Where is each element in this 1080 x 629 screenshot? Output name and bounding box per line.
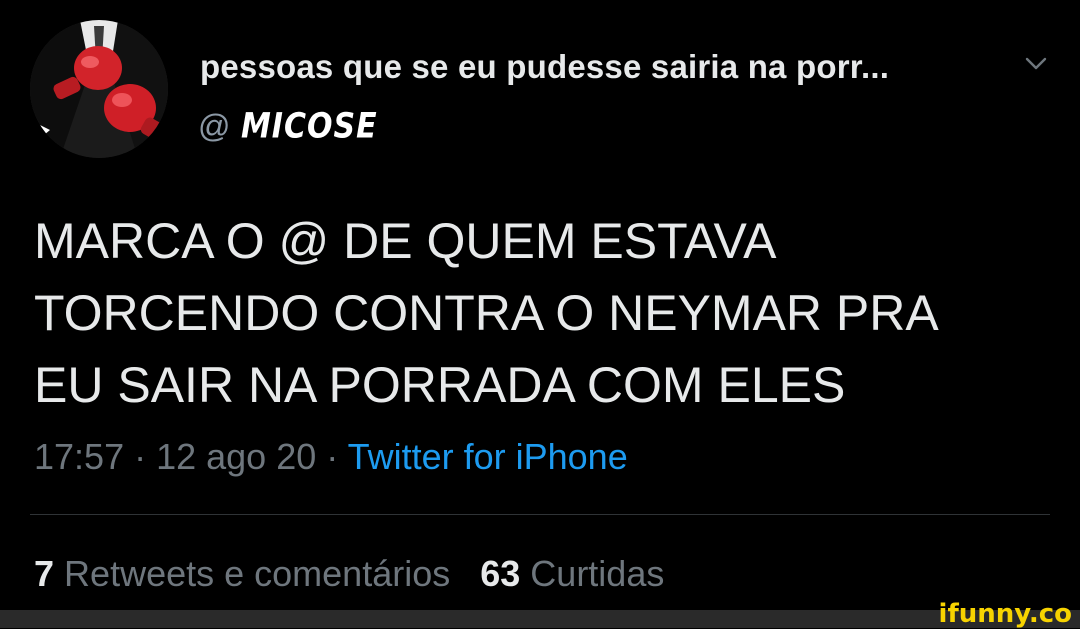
retweets-stat[interactable]: 7 Retweets e comentários: [34, 553, 450, 594]
tweet-meta: 17:57 · 12 ago 20 · Twitter for iPhone: [34, 436, 628, 478]
divider: [30, 514, 1050, 515]
tweet-text: MARCA O @ DE QUEM ESTAVA TORCENDO CONTRA…: [34, 213, 939, 413]
meta-separator: ·: [124, 436, 157, 477]
handle[interactable]: @ MICOSE: [198, 106, 378, 148]
likes-label: Curtidas: [530, 553, 665, 594]
boxing-gloves-icon: [30, 20, 168, 158]
tweet-time[interactable]: 17:57: [34, 436, 124, 477]
tweet-source-link[interactable]: Twitter for iPhone: [348, 436, 628, 477]
handle-prefix: @: [198, 108, 231, 144]
likes-stat[interactable]: 63 Curtidas: [480, 553, 664, 594]
chevron-down-icon[interactable]: [1024, 56, 1048, 72]
avatar[interactable]: [30, 20, 168, 158]
retweets-count: 7: [34, 553, 55, 594]
likes-count: 63: [480, 553, 521, 594]
tweet-stats: 7 Retweets e comentários 63 Curtidas: [34, 553, 664, 595]
meta-separator: ·: [316, 436, 348, 477]
ifunny-watermark: ifunny.co: [938, 599, 1072, 629]
tweet-card: pessoas que se eu pudesse sairia na porr…: [0, 0, 1080, 610]
footer-bar: [0, 610, 1080, 628]
display-name[interactable]: pessoas que se eu pudesse sairia na porr…: [200, 48, 889, 86]
handle-logo: MICOSE: [240, 106, 378, 147]
tweet-date[interactable]: 12 ago 20: [156, 436, 316, 477]
retweets-label: Retweets e comentários: [64, 553, 451, 594]
